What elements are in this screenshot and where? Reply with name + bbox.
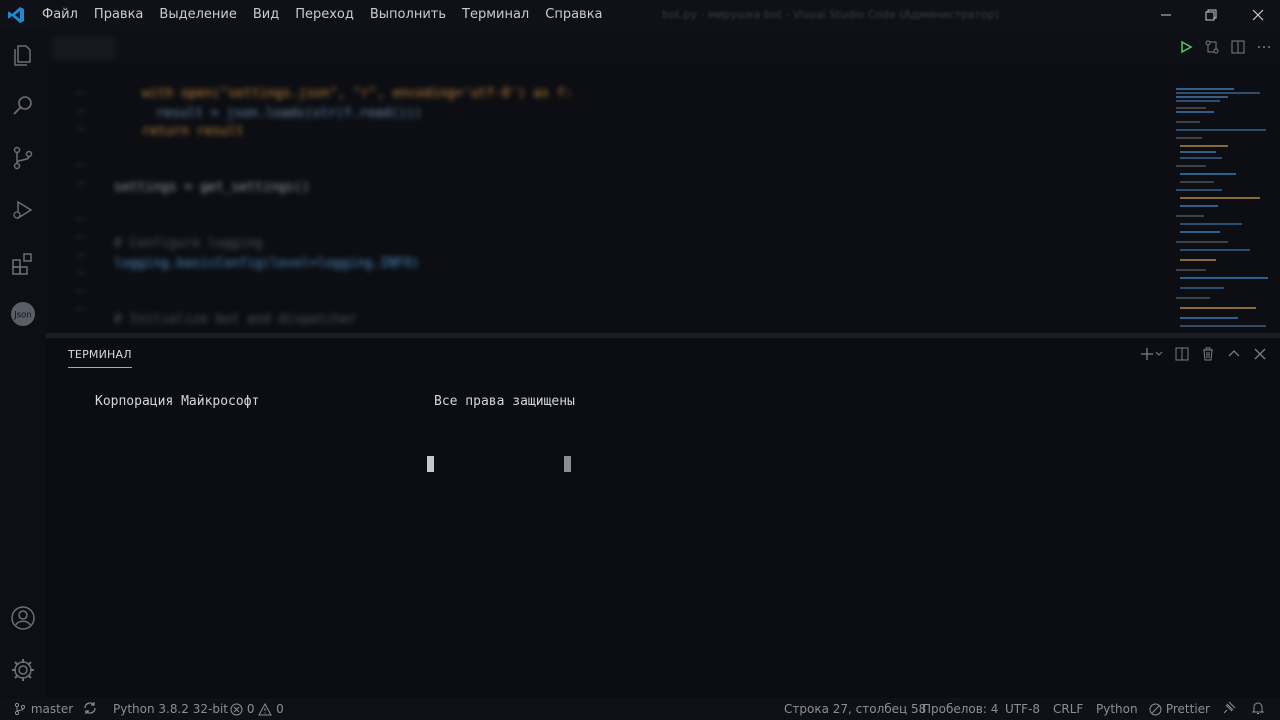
minimap[interactable]: [1174, 85, 1268, 333]
new-terminal-icon[interactable]: [1140, 346, 1164, 362]
code-line: settings = get_settings(): [114, 180, 310, 195]
window-title: bot.py - мирушка bot - Visual Studio Cod…: [662, 8, 1000, 21]
extensions-icon[interactable]: [9, 250, 37, 278]
code-line: return result: [142, 124, 244, 139]
code-view[interactable]: with open("settings.json", "r", encoding…: [46, 70, 1166, 332]
menu-edit[interactable]: Правка: [85, 0, 152, 31]
problems-indicator[interactable]: 0 0: [230, 698, 284, 720]
python-interpreter[interactable]: Python 3.8.2 32-bit: [113, 698, 228, 720]
warning-count: 0: [276, 702, 284, 716]
close-icon[interactable]: [1248, 5, 1268, 25]
prettier-status[interactable]: Prettier: [1149, 698, 1210, 720]
panel-actions: [1140, 346, 1268, 362]
editor-area[interactable]: with open("settings.json", "r", encoding…: [46, 30, 1280, 337]
more-actions-icon[interactable]: [1256, 39, 1272, 55]
language-mode[interactable]: Python: [1096, 698, 1138, 720]
code-line: # Initialize bot and dispatcher: [114, 312, 357, 327]
branch-indicator[interactable]: master: [13, 698, 73, 720]
json-icon[interactable]: Json: [9, 300, 37, 328]
git-branch-icon: [14, 702, 26, 716]
code-line: # Configure logging: [114, 236, 263, 251]
run-icon[interactable]: [1178, 39, 1194, 55]
settings-gear-icon[interactable]: [9, 656, 37, 684]
search-icon[interactable]: [9, 92, 37, 120]
title-bar: Файл Правка Выделение Вид Переход Выполн…: [0, 0, 1280, 31]
code-line: logging.basicConfig(level=logging.INFO): [114, 256, 420, 271]
menu-file[interactable]: Файл: [34, 0, 86, 30]
notifications-button[interactable]: [1250, 698, 1266, 720]
feedback-button[interactable]: [1221, 698, 1237, 720]
menu-selection[interactable]: Выделение: [151, 0, 244, 30]
compare-changes-icon[interactable]: [1204, 39, 1220, 55]
feedback-icon: [1223, 701, 1236, 714]
restore-icon[interactable]: [1201, 5, 1221, 25]
editor-actions: [1178, 39, 1272, 55]
prettier-label: Prettier: [1165, 702, 1210, 716]
sync-icon: [84, 702, 96, 714]
split-terminal-icon[interactable]: [1174, 346, 1190, 362]
menu-go[interactable]: Переход: [287, 0, 362, 30]
status-bar: master Python 3.8.2 32-bit 0 0 Строка 27…: [0, 698, 1280, 720]
indentation[interactable]: Пробелов: 4: [922, 698, 998, 720]
maximize-panel-icon[interactable]: [1226, 346, 1242, 362]
trash-icon[interactable]: [1200, 346, 1216, 362]
tab-terminal[interactable]: ТЕРМИНАЛ: [68, 348, 132, 368]
end-of-line[interactable]: CRLF: [1053, 698, 1083, 720]
menu-help[interactable]: Справка: [537, 0, 610, 30]
account-icon[interactable]: [9, 604, 37, 632]
terminal-cursor: [427, 456, 434, 472]
cursor-position[interactable]: Строка 27, столбец 58: [784, 698, 926, 720]
bell-icon: [1251, 702, 1265, 714]
source-control-icon[interactable]: [9, 144, 37, 172]
menu-run[interactable]: Выполнить: [362, 0, 454, 30]
error-icon: [230, 703, 243, 716]
editor-tab-strip: [46, 30, 1280, 65]
terminal-copyright-text: Корпорация Майкрософт: [95, 394, 260, 409]
close-panel-icon[interactable]: [1252, 346, 1268, 362]
code-line: result = json.loads(str(f.read())): [156, 106, 423, 121]
vscode-logo-icon: [8, 7, 24, 23]
file-encoding[interactable]: UTF-8: [1005, 698, 1040, 720]
terminal-cursor: [564, 456, 571, 472]
code-line: with open("settings.json", "r", encoding…: [142, 86, 573, 101]
terminal-panel: ТЕРМИНАЛ Корпорация Майкрософт Все права…: [46, 337, 1280, 699]
warning-icon: [258, 702, 273, 716]
sync-button[interactable]: [82, 698, 98, 720]
menu-terminal[interactable]: Терминал: [454, 0, 537, 30]
run-debug-icon[interactable]: [9, 196, 37, 224]
split-editor-icon[interactable]: [1230, 39, 1246, 55]
prettier-disabled-icon: [1149, 703, 1162, 716]
branch-name: master: [30, 702, 74, 716]
activity-bar: Json: [0, 30, 46, 698]
json-icon-label: Json: [13, 311, 32, 321]
terminal-rights-text: Все права защищены: [434, 394, 575, 409]
files-icon[interactable]: [9, 41, 37, 69]
menu-view[interactable]: Вид: [245, 0, 287, 30]
menu-bar: Файл Правка Выделение Вид Переход Выполн…: [34, 0, 611, 31]
editor-tab[interactable]: [52, 36, 116, 60]
minimize-icon[interactable]: [1156, 5, 1176, 25]
error-count: 0: [246, 702, 255, 716]
